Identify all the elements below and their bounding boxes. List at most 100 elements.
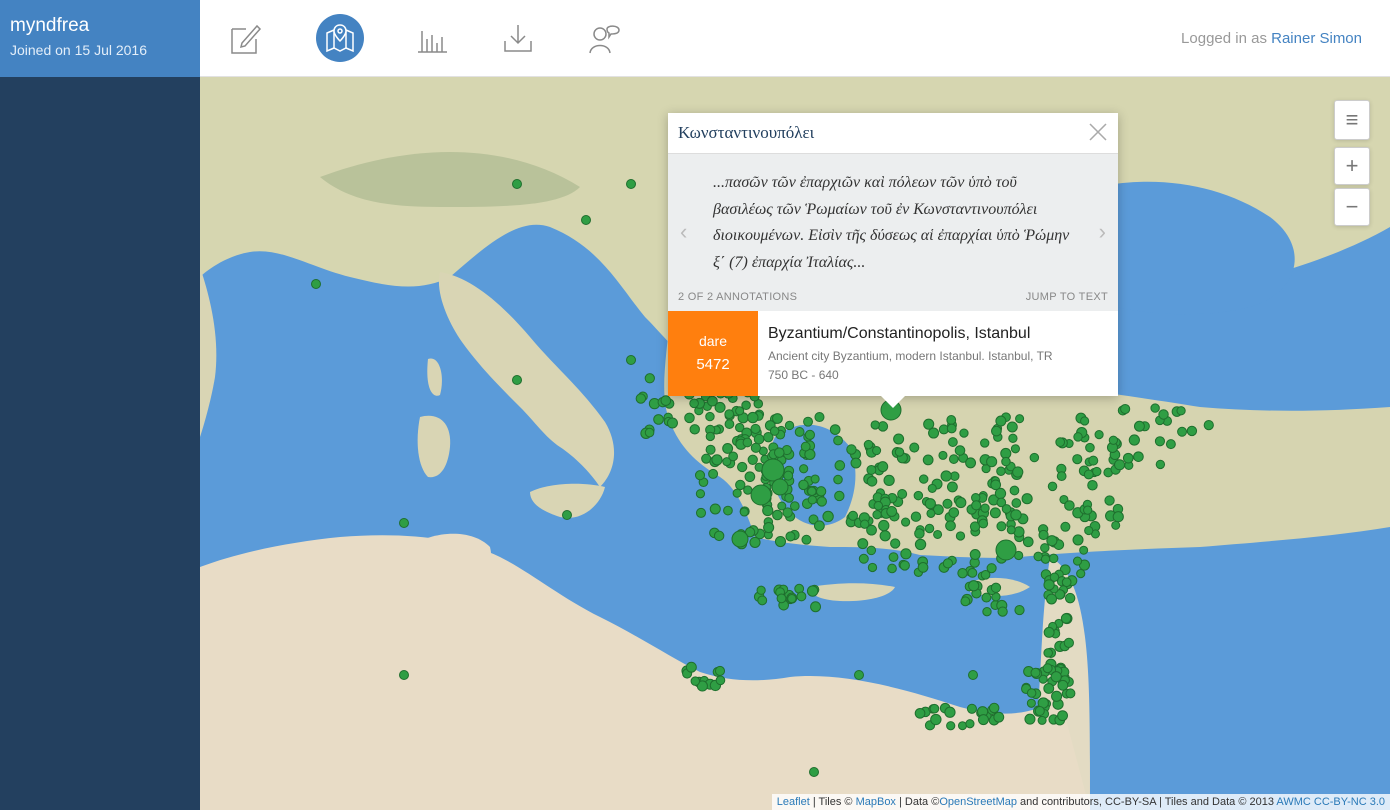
place-marker[interactable] — [810, 474, 820, 484]
place-marker[interactable] — [1072, 534, 1084, 546]
place-marker[interactable] — [966, 703, 977, 714]
place-marker[interactable] — [762, 504, 774, 517]
place-marker[interactable] — [757, 595, 768, 606]
place-marker[interactable] — [990, 479, 1002, 491]
place-marker[interactable] — [946, 415, 957, 425]
place-marker[interactable] — [986, 456, 998, 468]
place-marker[interactable] — [872, 445, 882, 456]
leaflet-link[interactable]: Leaflet — [777, 796, 810, 808]
place-marker[interactable] — [1176, 406, 1186, 416]
place-marker[interactable] — [816, 496, 827, 507]
place-marker[interactable] — [1030, 667, 1041, 678]
place-marker[interactable] — [959, 428, 969, 438]
place-marker[interactable] — [809, 767, 819, 777]
place-marker[interactable] — [1042, 663, 1053, 674]
place-marker[interactable] — [782, 507, 793, 518]
place-marker[interactable] — [784, 493, 794, 503]
place-marker[interactable] — [644, 373, 655, 384]
place-marker[interactable] — [846, 444, 857, 455]
place-marker[interactable] — [804, 429, 816, 440]
place-marker[interactable] — [1056, 471, 1067, 482]
place-marker[interactable] — [927, 483, 937, 493]
place-marker[interactable] — [815, 486, 827, 497]
place-marker[interactable] — [1024, 713, 1036, 725]
place-marker[interactable] — [1011, 498, 1022, 508]
place-marker[interactable] — [1057, 679, 1069, 691]
place-marker[interactable] — [626, 179, 636, 189]
place-marker[interactable] — [705, 444, 716, 455]
place-marker[interactable] — [1085, 442, 1095, 453]
awmc-link[interactable]: AWMC CC-BY-NC 3.0 — [1276, 796, 1385, 808]
place-marker[interactable] — [926, 508, 936, 518]
place-marker[interactable] — [787, 593, 797, 604]
place-marker[interactable] — [798, 479, 809, 491]
place-marker[interactable] — [887, 563, 897, 574]
place-marker[interactable] — [1150, 403, 1160, 413]
place-marker[interactable] — [660, 395, 672, 406]
place-marker[interactable] — [1177, 426, 1188, 437]
map-icon[interactable] — [316, 14, 364, 62]
place-marker[interactable] — [1111, 520, 1121, 530]
place-marker[interactable] — [1055, 437, 1066, 448]
place-marker[interactable] — [980, 438, 990, 448]
place-marker[interactable] — [1046, 535, 1058, 547]
place-marker[interactable] — [833, 474, 843, 485]
place-marker[interactable] — [1133, 420, 1145, 432]
place-marker[interactable] — [1022, 536, 1034, 548]
place-marker[interactable] — [399, 518, 409, 528]
place-marker[interactable] — [756, 585, 766, 595]
place-marker[interactable] — [1114, 459, 1126, 471]
place-marker[interactable] — [763, 521, 775, 534]
place-marker[interactable] — [1010, 444, 1020, 454]
place-marker[interactable] — [995, 539, 1017, 561]
place-marker[interactable] — [946, 721, 956, 731]
place-marker[interactable] — [810, 601, 822, 613]
place-marker[interactable] — [1026, 688, 1037, 698]
place-marker[interactable] — [806, 585, 819, 597]
place-marker[interactable] — [737, 461, 748, 473]
place-marker[interactable] — [922, 454, 934, 466]
place-marker[interactable] — [742, 437, 753, 448]
place-marker[interactable] — [1088, 455, 1099, 466]
place-marker[interactable] — [900, 548, 912, 560]
place-marker[interactable] — [562, 510, 572, 520]
place-marker[interactable] — [940, 470, 952, 482]
mapbox-link[interactable]: MapBox — [856, 796, 896, 808]
place-marker[interactable] — [980, 503, 990, 513]
place-marker[interactable] — [933, 529, 943, 539]
place-marker[interactable] — [918, 474, 929, 484]
close-icon[interactable] — [1088, 122, 1108, 142]
place-marker[interactable] — [1083, 505, 1093, 515]
layers-button[interactable]: ≡ — [1334, 100, 1370, 140]
place-marker[interactable] — [997, 606, 1008, 617]
place-marker[interactable] — [1046, 593, 1057, 605]
place-marker[interactable] — [749, 536, 761, 548]
jump-to-text-link[interactable]: JUMP TO TEXT — [1026, 291, 1108, 303]
place-marker[interactable] — [924, 498, 936, 510]
place-marker[interactable] — [894, 447, 905, 457]
place-marker[interactable] — [893, 433, 905, 445]
place-marker[interactable] — [803, 416, 814, 427]
place-marker[interactable] — [857, 538, 869, 550]
place-marker[interactable] — [784, 420, 795, 431]
place-marker[interactable] — [626, 355, 636, 365]
place-marker[interactable] — [914, 538, 927, 551]
place-marker[interactable] — [814, 411, 825, 423]
previous-annotation-button[interactable]: ‹ — [680, 219, 687, 245]
place-marker[interactable] — [878, 519, 890, 532]
place-marker[interactable] — [942, 558, 954, 569]
place-marker[interactable] — [724, 419, 735, 429]
place-marker[interactable] — [750, 484, 772, 506]
place-marker[interactable] — [690, 676, 701, 686]
place-marker[interactable] — [960, 596, 971, 607]
place-marker[interactable] — [1040, 543, 1050, 553]
place-marker[interactable] — [685, 661, 697, 673]
place-marker[interactable] — [1128, 434, 1140, 446]
place-marker[interactable] — [739, 507, 749, 517]
place-marker[interactable] — [971, 500, 982, 511]
place-marker[interactable] — [946, 423, 957, 434]
place-marker[interactable] — [858, 553, 869, 564]
place-marker[interactable] — [399, 670, 409, 680]
place-marker[interactable] — [695, 507, 707, 518]
place-marker[interactable] — [774, 535, 787, 548]
